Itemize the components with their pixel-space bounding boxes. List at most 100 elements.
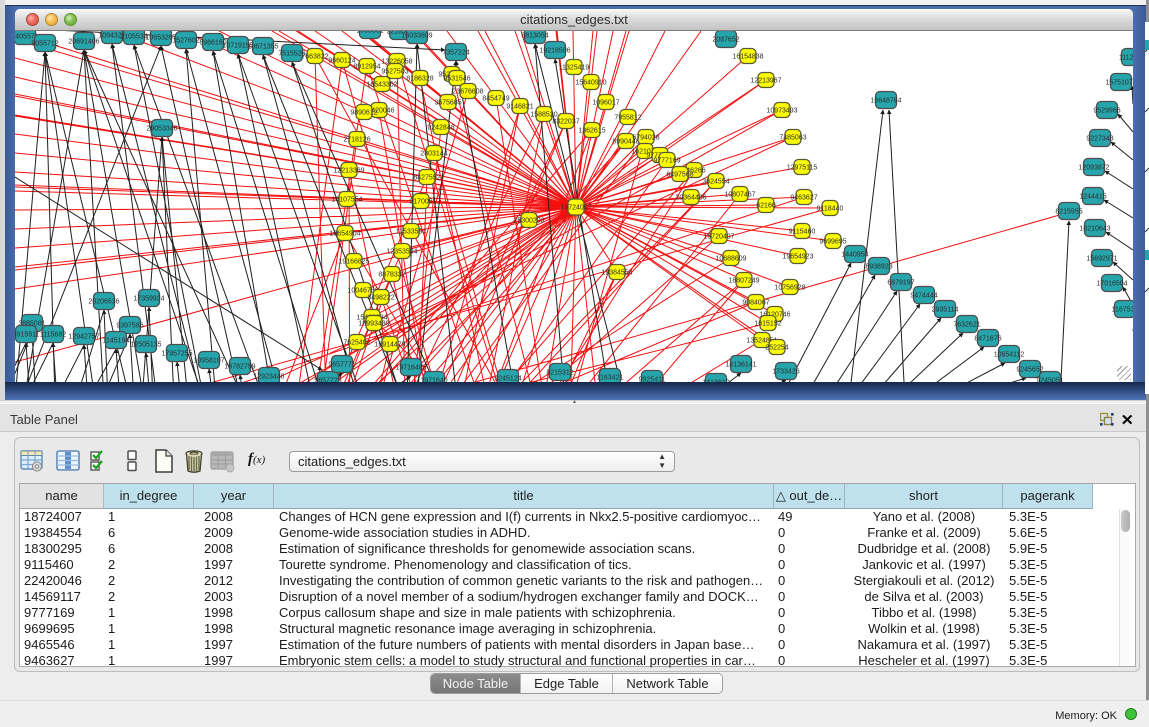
svg-text:16782759: 16782759 [224, 364, 255, 371]
svg-text:16914479: 16914479 [374, 342, 405, 349]
svg-text:9084067: 9084067 [742, 300, 769, 307]
svg-text:9527503: 9527503 [381, 69, 408, 76]
svg-text:9531546: 9531546 [443, 76, 470, 83]
svg-text:1615152: 1615152 [754, 321, 781, 328]
svg-text:2803144: 2803144 [420, 151, 447, 158]
svg-text:9529966: 9529966 [1093, 108, 1120, 115]
svg-text:29053346: 29053346 [146, 126, 177, 133]
svg-text:1163421: 1163421 [597, 375, 624, 382]
svg-text:12505135: 12505135 [130, 342, 161, 349]
svg-text:15692971: 15692971 [1086, 256, 1117, 263]
svg-text:1527602: 1527602 [172, 38, 199, 45]
svg-text:7955812: 7955812 [614, 115, 641, 122]
svg-text:1440954: 1440954 [841, 252, 868, 259]
svg-text:10671355: 10671355 [247, 44, 278, 51]
svg-text:15720407: 15720407 [703, 234, 734, 241]
svg-text:15640910: 15640910 [575, 80, 606, 87]
svg-text:9890612: 9890612 [350, 110, 377, 117]
svg-text:12213967: 12213967 [750, 78, 781, 85]
svg-text:1733426: 1733426 [772, 369, 799, 376]
svg-text:10654112: 10654112 [994, 352, 1025, 359]
svg-text:2935114: 2935114 [932, 307, 959, 314]
svg-text:10993489: 10993489 [358, 321, 389, 328]
svg-text:1971640: 1971640 [420, 378, 447, 383]
svg-text:1115682: 1115682 [40, 332, 66, 339]
svg-text:9657723: 9657723 [314, 378, 341, 383]
svg-text:16543362: 16543362 [366, 82, 397, 89]
svg-text:917006: 917006 [409, 199, 432, 206]
svg-text:16033809: 16033809 [401, 33, 432, 40]
svg-text:9118440: 9118440 [817, 206, 844, 213]
svg-text:19716485: 19716485 [395, 365, 426, 372]
svg-text:19654923: 19654923 [782, 254, 813, 261]
svg-text:16648784: 16648784 [870, 98, 901, 105]
svg-text:1588520: 1588520 [530, 112, 557, 119]
svg-text:252254: 252254 [765, 345, 788, 352]
svg-text:15751074: 15751074 [1105, 80, 1133, 87]
svg-text:17957255: 17957255 [161, 351, 192, 358]
svg-text:10807467: 10807467 [724, 192, 755, 199]
svg-text:2087652: 2087652 [712, 37, 739, 44]
svg-text:1096017: 1096017 [592, 100, 619, 107]
svg-text:10973493: 10973493 [766, 108, 797, 115]
svg-text:8186328: 8186328 [406, 76, 433, 83]
svg-text:7485063: 7485063 [779, 135, 806, 142]
svg-text:6794028: 6794028 [632, 135, 659, 142]
svg-text:9463627: 9463627 [790, 195, 817, 202]
svg-text:23676608: 23676608 [452, 89, 483, 96]
svg-text:7663822: 7663822 [301, 54, 328, 61]
svg-text:9227343: 9227343 [1086, 136, 1113, 143]
svg-text:8912954: 8912954 [353, 64, 380, 71]
svg-text:9245652: 9245652 [1016, 367, 1043, 374]
svg-text:1244415: 1244415 [1079, 194, 1106, 201]
svg-text:8938923: 8938923 [865, 264, 892, 271]
svg-text:18807249: 18807249 [728, 278, 759, 285]
svg-text:20364436: 20364436 [675, 195, 706, 202]
svg-text:1413610: 1413610 [702, 380, 729, 383]
svg-text:10958107: 10958107 [193, 358, 224, 365]
svg-text:12923448: 12923448 [253, 374, 284, 381]
svg-text:2718126: 2718126 [343, 137, 370, 144]
svg-text:8454749: 8454749 [482, 96, 509, 103]
svg-text:25300203: 25300203 [513, 218, 544, 225]
svg-text:11325419: 11325419 [559, 65, 590, 72]
svg-text:3498222: 3498222 [367, 295, 394, 302]
svg-text:10107554: 10107554 [331, 197, 362, 204]
svg-text:1167533: 1167533 [1112, 307, 1133, 314]
svg-text:8215955: 8215955 [1055, 209, 1082, 216]
svg-text:9699695: 9699695 [819, 239, 846, 246]
svg-text:9055712: 9055712 [31, 41, 58, 48]
svg-text:9474444: 9474444 [910, 293, 937, 300]
svg-text:9657771: 9657771 [328, 362, 355, 369]
svg-text:1362615: 1362615 [578, 128, 605, 135]
svg-text:12942757: 12942757 [68, 334, 99, 341]
svg-text:9115460: 9115460 [789, 229, 816, 236]
svg-text:20691406: 20691406 [68, 39, 99, 46]
svg-text:2105534: 2105534 [120, 34, 147, 41]
svg-text:19218506: 19218506 [539, 48, 570, 55]
svg-text:3915911: 3915911 [15, 332, 39, 339]
svg-text:9925411: 9925411 [639, 377, 666, 383]
svg-text:17359924: 17359924 [133, 296, 164, 303]
svg-text:7632621: 7632621 [953, 322, 980, 329]
svg-text:12353594: 12353594 [386, 249, 417, 256]
svg-text:8322037: 8322037 [552, 119, 579, 126]
svg-text:7625402: 7625402 [343, 340, 370, 347]
svg-text:3624554: 3624554 [702, 179, 729, 186]
svg-text:9777169: 9777169 [653, 158, 680, 165]
svg-text:14136141: 14136141 [725, 362, 756, 369]
svg-text:3675685: 3675685 [434, 100, 461, 107]
svg-text:9242848: 9242848 [427, 125, 454, 132]
svg-text:1145194: 1145194 [103, 338, 130, 345]
svg-text:12975115: 12975115 [787, 165, 818, 172]
svg-text:11533594: 11533594 [396, 229, 427, 236]
svg-text:8878332: 8878332 [378, 272, 405, 279]
svg-text:10756928: 10756928 [774, 285, 805, 292]
svg-text:10654904: 10654904 [329, 231, 360, 238]
svg-text:18724007: 18724007 [560, 205, 591, 212]
svg-text:8471676: 8471676 [974, 336, 1001, 343]
svg-text:1112453: 1112453 [1119, 55, 1133, 62]
svg-text:8813054: 8813054 [521, 33, 548, 40]
svg-text:17016504: 17016504 [1096, 281, 1127, 288]
svg-text:10688609: 10688609 [715, 256, 746, 263]
